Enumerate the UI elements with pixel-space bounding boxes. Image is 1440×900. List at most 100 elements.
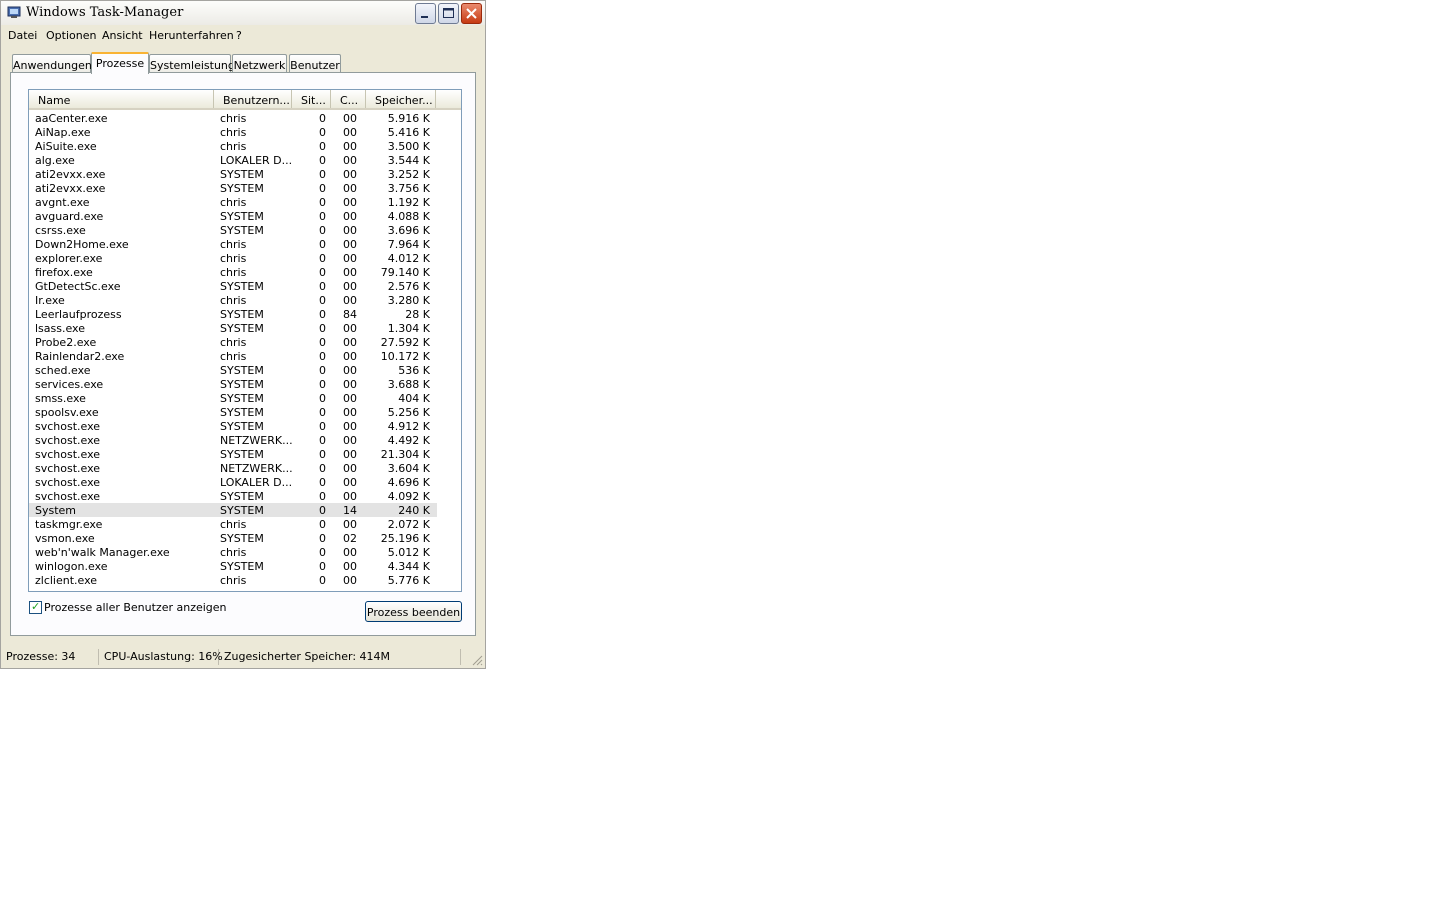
process-user: LOKALER D... bbox=[220, 154, 292, 167]
process-session: 0 bbox=[319, 266, 326, 279]
table-row[interactable]: Leerlaufprozess SYSTEM 0 84 28 K bbox=[29, 307, 461, 321]
process-user: SYSTEM bbox=[220, 308, 264, 321]
resize-grip-icon[interactable] bbox=[471, 654, 483, 666]
status-bar: Prozesse: 34 CPU-Auslastung: 16% Zugesic… bbox=[3, 647, 485, 668]
menu-herunterfahren[interactable]: Herunterfahren bbox=[149, 29, 234, 42]
process-memory: 3.500 K bbox=[387, 140, 430, 153]
table-row[interactable]: svchost.exe NETZWERK... 0 00 3.604 K bbox=[29, 461, 461, 475]
process-session: 0 bbox=[319, 336, 326, 349]
process-session: 0 bbox=[319, 448, 326, 461]
table-row[interactable]: sched.exe SYSTEM 0 00 536 K bbox=[29, 363, 461, 377]
table-row[interactable]: explorer.exe chris 0 00 4.012 K bbox=[29, 251, 461, 265]
process-cpu: 00 bbox=[343, 238, 357, 251]
table-row[interactable]: smss.exe SYSTEM 0 00 404 K bbox=[29, 391, 461, 405]
table-row[interactable]: ati2evxx.exe SYSTEM 0 00 3.756 K bbox=[29, 181, 461, 195]
table-row[interactable]: avguard.exe SYSTEM 0 00 4.088 K bbox=[29, 209, 461, 223]
process-cpu: 00 bbox=[343, 462, 357, 475]
table-row[interactable]: aaCenter.exe chris 0 00 5.916 K bbox=[29, 111, 461, 125]
menu-ansicht[interactable]: Ansicht bbox=[102, 29, 143, 42]
table-row[interactable]: Down2Home.exe chris 0 00 7.964 K bbox=[29, 237, 461, 251]
process-session: 0 bbox=[319, 546, 326, 559]
tab-anwendungen[interactable]: Anwendungen bbox=[12, 54, 92, 73]
table-row[interactable]: web'n'walk Manager.exe chris 0 00 5.012 K bbox=[29, 545, 461, 559]
column-cpu[interactable]: C... bbox=[331, 90, 366, 108]
end-process-button[interactable]: Prozess beenden bbox=[365, 601, 462, 622]
table-row[interactable]: svchost.exe SYSTEM 0 00 4.912 K bbox=[29, 419, 461, 433]
process-memory: 240 K bbox=[398, 504, 430, 517]
table-row[interactable]: Rainlendar2.exe chris 0 00 10.172 K bbox=[29, 349, 461, 363]
tab-prozesse[interactable]: Prozesse bbox=[91, 52, 149, 74]
process-user: chris bbox=[220, 252, 247, 265]
table-row[interactable]: GtDetectSc.exe SYSTEM 0 00 2.576 K bbox=[29, 279, 461, 293]
status-cpu-usage: CPU-Auslastung: 16% bbox=[101, 649, 223, 665]
table-row[interactable]: AiSuite.exe chris 0 00 3.500 K bbox=[29, 139, 461, 153]
process-cpu: 00 bbox=[343, 364, 357, 377]
table-row[interactable]: svchost.exe LOKALER D... 0 00 4.696 K bbox=[29, 475, 461, 489]
process-name: avguard.exe bbox=[35, 210, 104, 223]
minimize-button[interactable] bbox=[415, 3, 436, 24]
process-memory: 21.304 K bbox=[380, 448, 430, 461]
table-row[interactable]: svchost.exe NETZWERK... 0 00 4.492 K bbox=[29, 433, 461, 447]
column-session[interactable]: Sit... bbox=[292, 90, 331, 108]
table-row[interactable]: firefox.exe chris 0 00 79.140 K bbox=[29, 265, 461, 279]
table-row[interactable]: System SYSTEM 0 14 240 K bbox=[29, 503, 461, 517]
title-bar[interactable]: Windows Task-Manager bbox=[1, 1, 485, 25]
process-name: svchost.exe bbox=[35, 434, 101, 447]
table-row[interactable]: services.exe SYSTEM 0 00 3.688 K bbox=[29, 377, 461, 391]
show-all-users-checkbox[interactable]: ✓ bbox=[29, 600, 42, 614]
process-user: chris bbox=[220, 112, 247, 125]
table-row[interactable]: AiNap.exe chris 0 00 5.416 K bbox=[29, 125, 461, 139]
process-cpu: 00 bbox=[343, 280, 357, 293]
tab-benutzer[interactable]: Benutzer bbox=[289, 54, 341, 73]
process-user: SYSTEM bbox=[220, 504, 264, 517]
table-row[interactable]: Probe2.exe chris 0 00 27.592 K bbox=[29, 335, 461, 349]
menu-help[interactable]: ? bbox=[236, 29, 242, 42]
menu-datei[interactable]: Datei bbox=[8, 29, 37, 42]
table-row[interactable]: winlogon.exe SYSTEM 0 00 4.344 K bbox=[29, 559, 461, 573]
table-row[interactable]: alg.exe LOKALER D... 0 00 3.544 K bbox=[29, 153, 461, 167]
process-session: 0 bbox=[319, 294, 326, 307]
column-user[interactable]: Benutzern... bbox=[214, 90, 292, 108]
tab-netzwerk[interactable]: Netzwerk bbox=[232, 54, 287, 73]
table-row[interactable]: spoolsv.exe SYSTEM 0 00 5.256 K bbox=[29, 405, 461, 419]
table-row[interactable]: ati2evxx.exe SYSTEM 0 00 3.252 K bbox=[29, 167, 461, 181]
process-user: LOKALER D... bbox=[220, 476, 292, 489]
process-session: 0 bbox=[319, 462, 326, 475]
process-list[interactable]: Name Benutzern... Sit... C... Speicher..… bbox=[28, 89, 462, 592]
table-row[interactable]: zlclient.exe chris 0 00 5.776 K bbox=[29, 573, 461, 587]
process-name: web'n'walk Manager.exe bbox=[35, 546, 170, 559]
process-user: SYSTEM bbox=[220, 364, 264, 377]
task-manager-window: Windows Task-Manager Datei Optionen Ansi… bbox=[0, 0, 486, 669]
process-user: SYSTEM bbox=[220, 448, 264, 461]
menu-bar: Datei Optionen Ansicht Herunterfahren ? bbox=[1, 26, 485, 46]
process-user: SYSTEM bbox=[220, 280, 264, 293]
tab-systemleistung[interactable]: Systemleistung bbox=[149, 54, 235, 73]
process-memory: 79.140 K bbox=[380, 266, 430, 279]
process-cpu: 00 bbox=[343, 126, 357, 139]
table-row[interactable]: avgnt.exe chris 0 00 1.192 K bbox=[29, 195, 461, 209]
table-row[interactable]: vsmon.exe SYSTEM 0 02 25.196 K bbox=[29, 531, 461, 545]
column-name[interactable]: Name bbox=[29, 90, 214, 108]
process-session: 0 bbox=[319, 532, 326, 545]
table-row[interactable]: lsass.exe SYSTEM 0 00 1.304 K bbox=[29, 321, 461, 335]
column-memory[interactable]: Speicher... bbox=[366, 90, 436, 108]
process-memory: 5.012 K bbox=[387, 546, 430, 559]
process-memory: 3.544 K bbox=[387, 154, 430, 167]
process-cpu: 00 bbox=[343, 196, 357, 209]
process-memory: 4.696 K bbox=[387, 476, 430, 489]
process-name: csrss.exe bbox=[35, 224, 86, 237]
menu-optionen[interactable]: Optionen bbox=[46, 29, 96, 42]
process-name: svchost.exe bbox=[35, 448, 101, 461]
process-name: lsass.exe bbox=[35, 322, 85, 335]
process-user: chris bbox=[220, 336, 247, 349]
list-header: Name Benutzern... Sit... C... Speicher..… bbox=[29, 90, 461, 110]
process-cpu: 00 bbox=[343, 560, 357, 573]
table-row[interactable]: taskmgr.exe chris 0 00 2.072 K bbox=[29, 517, 461, 531]
table-row[interactable]: svchost.exe SYSTEM 0 00 21.304 K bbox=[29, 447, 461, 461]
table-row[interactable]: Ir.exe chris 0 00 3.280 K bbox=[29, 293, 461, 307]
maximize-button[interactable] bbox=[438, 3, 459, 24]
process-name: svchost.exe bbox=[35, 462, 101, 475]
table-row[interactable]: svchost.exe SYSTEM 0 00 4.092 K bbox=[29, 489, 461, 503]
close-button[interactable] bbox=[461, 3, 482, 24]
table-row[interactable]: csrss.exe SYSTEM 0 00 3.696 K bbox=[29, 223, 461, 237]
